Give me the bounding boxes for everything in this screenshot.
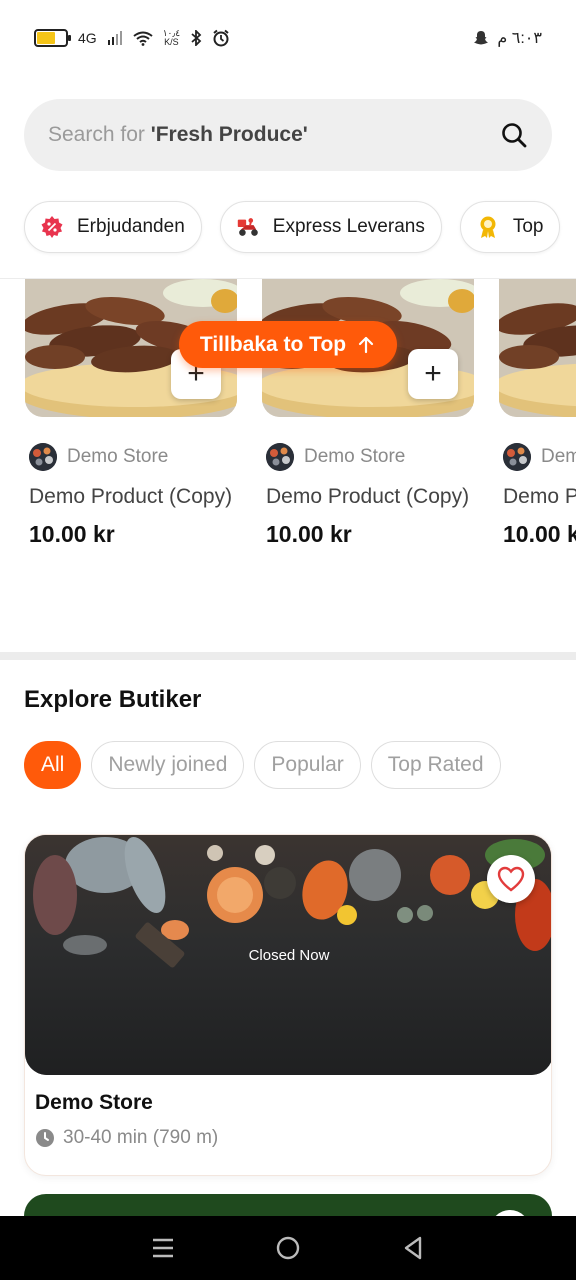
app-screen: 4G ١٠٫٤ K/S ٦:٠٣ م Search for 'Fresh Pro… [0, 0, 576, 1280]
signal-icon [107, 31, 122, 45]
status-right: ٦:٠٣ م [473, 28, 542, 48]
product-name: Demo Product (Copy) [266, 485, 470, 508]
search-bar[interactable]: Search for 'Fresh Produce' [24, 99, 552, 171]
bluetooth-icon [191, 30, 202, 46]
section-divider [0, 652, 576, 660]
store-status: Closed Now [248, 947, 330, 964]
wifi-icon [133, 31, 153, 46]
network-speed: ١٠٫٤ K/S [163, 29, 180, 47]
product-store-name: Demo Store [67, 446, 169, 467]
filter-all[interactable]: All [24, 741, 82, 789]
system-nav-bar [0, 1216, 576, 1280]
network-type: 4G [78, 30, 97, 46]
product-store-row: Demo Store [503, 443, 576, 471]
product-price: 10.00 kr [29, 521, 115, 547]
product-store-name: Demo Store [541, 446, 576, 467]
store-cover-image: Closed Now [25, 835, 551, 1075]
search-icon[interactable] [500, 121, 528, 149]
chip-label: Top [512, 216, 544, 237]
arrow-up-icon [359, 336, 374, 353]
chip-top[interactable]: Top [459, 201, 561, 253]
store-card-name: Demo Store [35, 1091, 153, 1114]
chip-express-leverans[interactable]: Express Leverans [219, 201, 442, 253]
store-delivery-info: 30-40 min (790 m) [35, 1127, 218, 1149]
store-avatar [266, 443, 294, 471]
store-avatar [503, 443, 531, 471]
product-store-row: Demo Store [29, 443, 237, 471]
snapchat-icon [474, 31, 489, 45]
favorite-button[interactable] [487, 855, 535, 903]
chip-label: Express Leverans [272, 216, 425, 237]
product-image [499, 279, 576, 417]
search-query-hint: 'Fresh Produce' [150, 123, 308, 146]
recent-apps-button[interactable] [143, 1228, 183, 1268]
chip-label: Erbjudanden [77, 216, 185, 237]
status-left: 4G ١٠٫٤ K/S [34, 29, 230, 47]
product-card[interactable]: + Demo Store Demo Product (Copy) 10.00 k… [262, 279, 474, 548]
status-bar: 4G ١٠٫٤ K/S ٦:٠٣ م [0, 0, 576, 76]
store-filter-tabs: All Newly joined Popular Top Rated [24, 741, 501, 789]
back-to-top-label: Tillbaka to Top [199, 332, 347, 356]
filter-popular[interactable]: Popular [254, 741, 361, 789]
heart-icon [497, 866, 525, 892]
product-store-name: Demo Store [304, 446, 406, 467]
product-name: Demo Product (Copy) [503, 485, 576, 508]
home-button[interactable] [268, 1228, 308, 1268]
back-button[interactable] [393, 1228, 433, 1268]
clock: ٦:٠٣ م [497, 30, 542, 47]
back-triangle-icon [405, 1236, 422, 1260]
product-name: Demo Product (Copy) [29, 485, 233, 508]
product-price: 10.00 kr [503, 521, 576, 547]
product-card[interactable]: Demo Store Demo Product (Copy) 10.00 kr [499, 279, 576, 548]
network-speed-unit: K/S [164, 37, 179, 47]
menu-icon [152, 1238, 173, 1258]
product-price: 10.00 kr [266, 521, 352, 547]
discount-badge-icon [39, 214, 65, 240]
home-circle-icon [276, 1236, 300, 1260]
clock-icon [36, 1129, 54, 1147]
store-card[interactable]: Closed Now Demo Store 30-40 min (790 m) [24, 834, 552, 1176]
add-to-cart-button[interactable]: + [408, 349, 458, 399]
chip-erbjudanden[interactable]: Erbjudanden [24, 201, 202, 253]
delivery-time: 30-40 min (790 m) [63, 1127, 219, 1148]
search-placeholder: Search for 'Fresh Produce' [48, 123, 308, 147]
product-card[interactable]: + Demo Store Demo Product (Copy) 10.00 k… [25, 279, 237, 548]
store-avatar [29, 443, 57, 471]
filter-newly-joined[interactable]: Newly joined [91, 741, 245, 789]
delivery-scooter-icon [235, 214, 261, 240]
category-chips: Erbjudanden Express Leverans Top [24, 201, 561, 253]
battery-icon [34, 29, 71, 47]
award-ribbon-icon [475, 214, 501, 240]
back-to-top-button[interactable]: Tillbaka to Top [179, 321, 397, 368]
alarm-icon [213, 29, 229, 47]
product-store-row: Demo Store [266, 443, 474, 471]
search-prefix: Search for [48, 123, 151, 146]
explore-title: Explore Butiker [24, 686, 202, 713]
filter-top-rated[interactable]: Top Rated [370, 741, 501, 789]
